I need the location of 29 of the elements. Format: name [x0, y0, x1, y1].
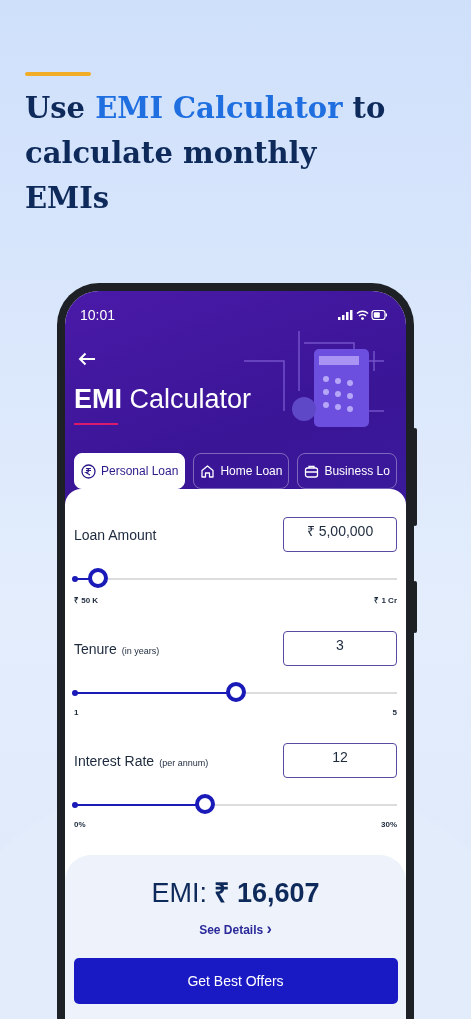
page-title: EMI Calculator: [74, 384, 253, 415]
slider-thumb[interactable]: [225, 682, 246, 702]
get-best-offers-button[interactable]: Get Best Offers: [73, 958, 398, 1004]
field-hint: (per annum): [159, 757, 209, 768]
briefcase-icon: [304, 463, 320, 479]
loan-tab[interactable]: Personal Loan: [74, 453, 186, 489]
field-label: Loan Amount: [74, 526, 157, 543]
field-label: Interest Rate: [74, 752, 155, 769]
input-field[interactable]: 3: [283, 631, 397, 666]
slider-thumb[interactable]: [194, 794, 215, 814]
input-field[interactable]: ₹ 5,00,000: [283, 517, 397, 552]
back-arrow-icon[interactable]: [78, 352, 96, 366]
status-time: 10:01: [80, 307, 116, 323]
range-min: 0%: [74, 820, 86, 829]
see-details-link[interactable]: See Details ›: [199, 920, 272, 938]
emi-amount: EMI: ₹ 16,607: [151, 877, 320, 910]
input-field[interactable]: 12: [283, 743, 397, 778]
headline: Use EMI Calculator to calculate monthly EMIs: [25, 90, 387, 217]
range-min: 1: [74, 708, 79, 717]
coin-icon: [81, 463, 96, 479]
field-label: Tenure: [74, 640, 117, 657]
range-max: ₹ 1 Cr: [374, 595, 397, 605]
range-max: 5: [392, 708, 397, 717]
range-min: ₹ 50 K: [74, 595, 99, 605]
house-icon: [200, 463, 216, 479]
range-max: 30%: [381, 820, 397, 829]
status-icons: [338, 309, 388, 321]
slider-thumb[interactable]: [87, 568, 108, 588]
field-hint: (in years): [121, 645, 160, 656]
